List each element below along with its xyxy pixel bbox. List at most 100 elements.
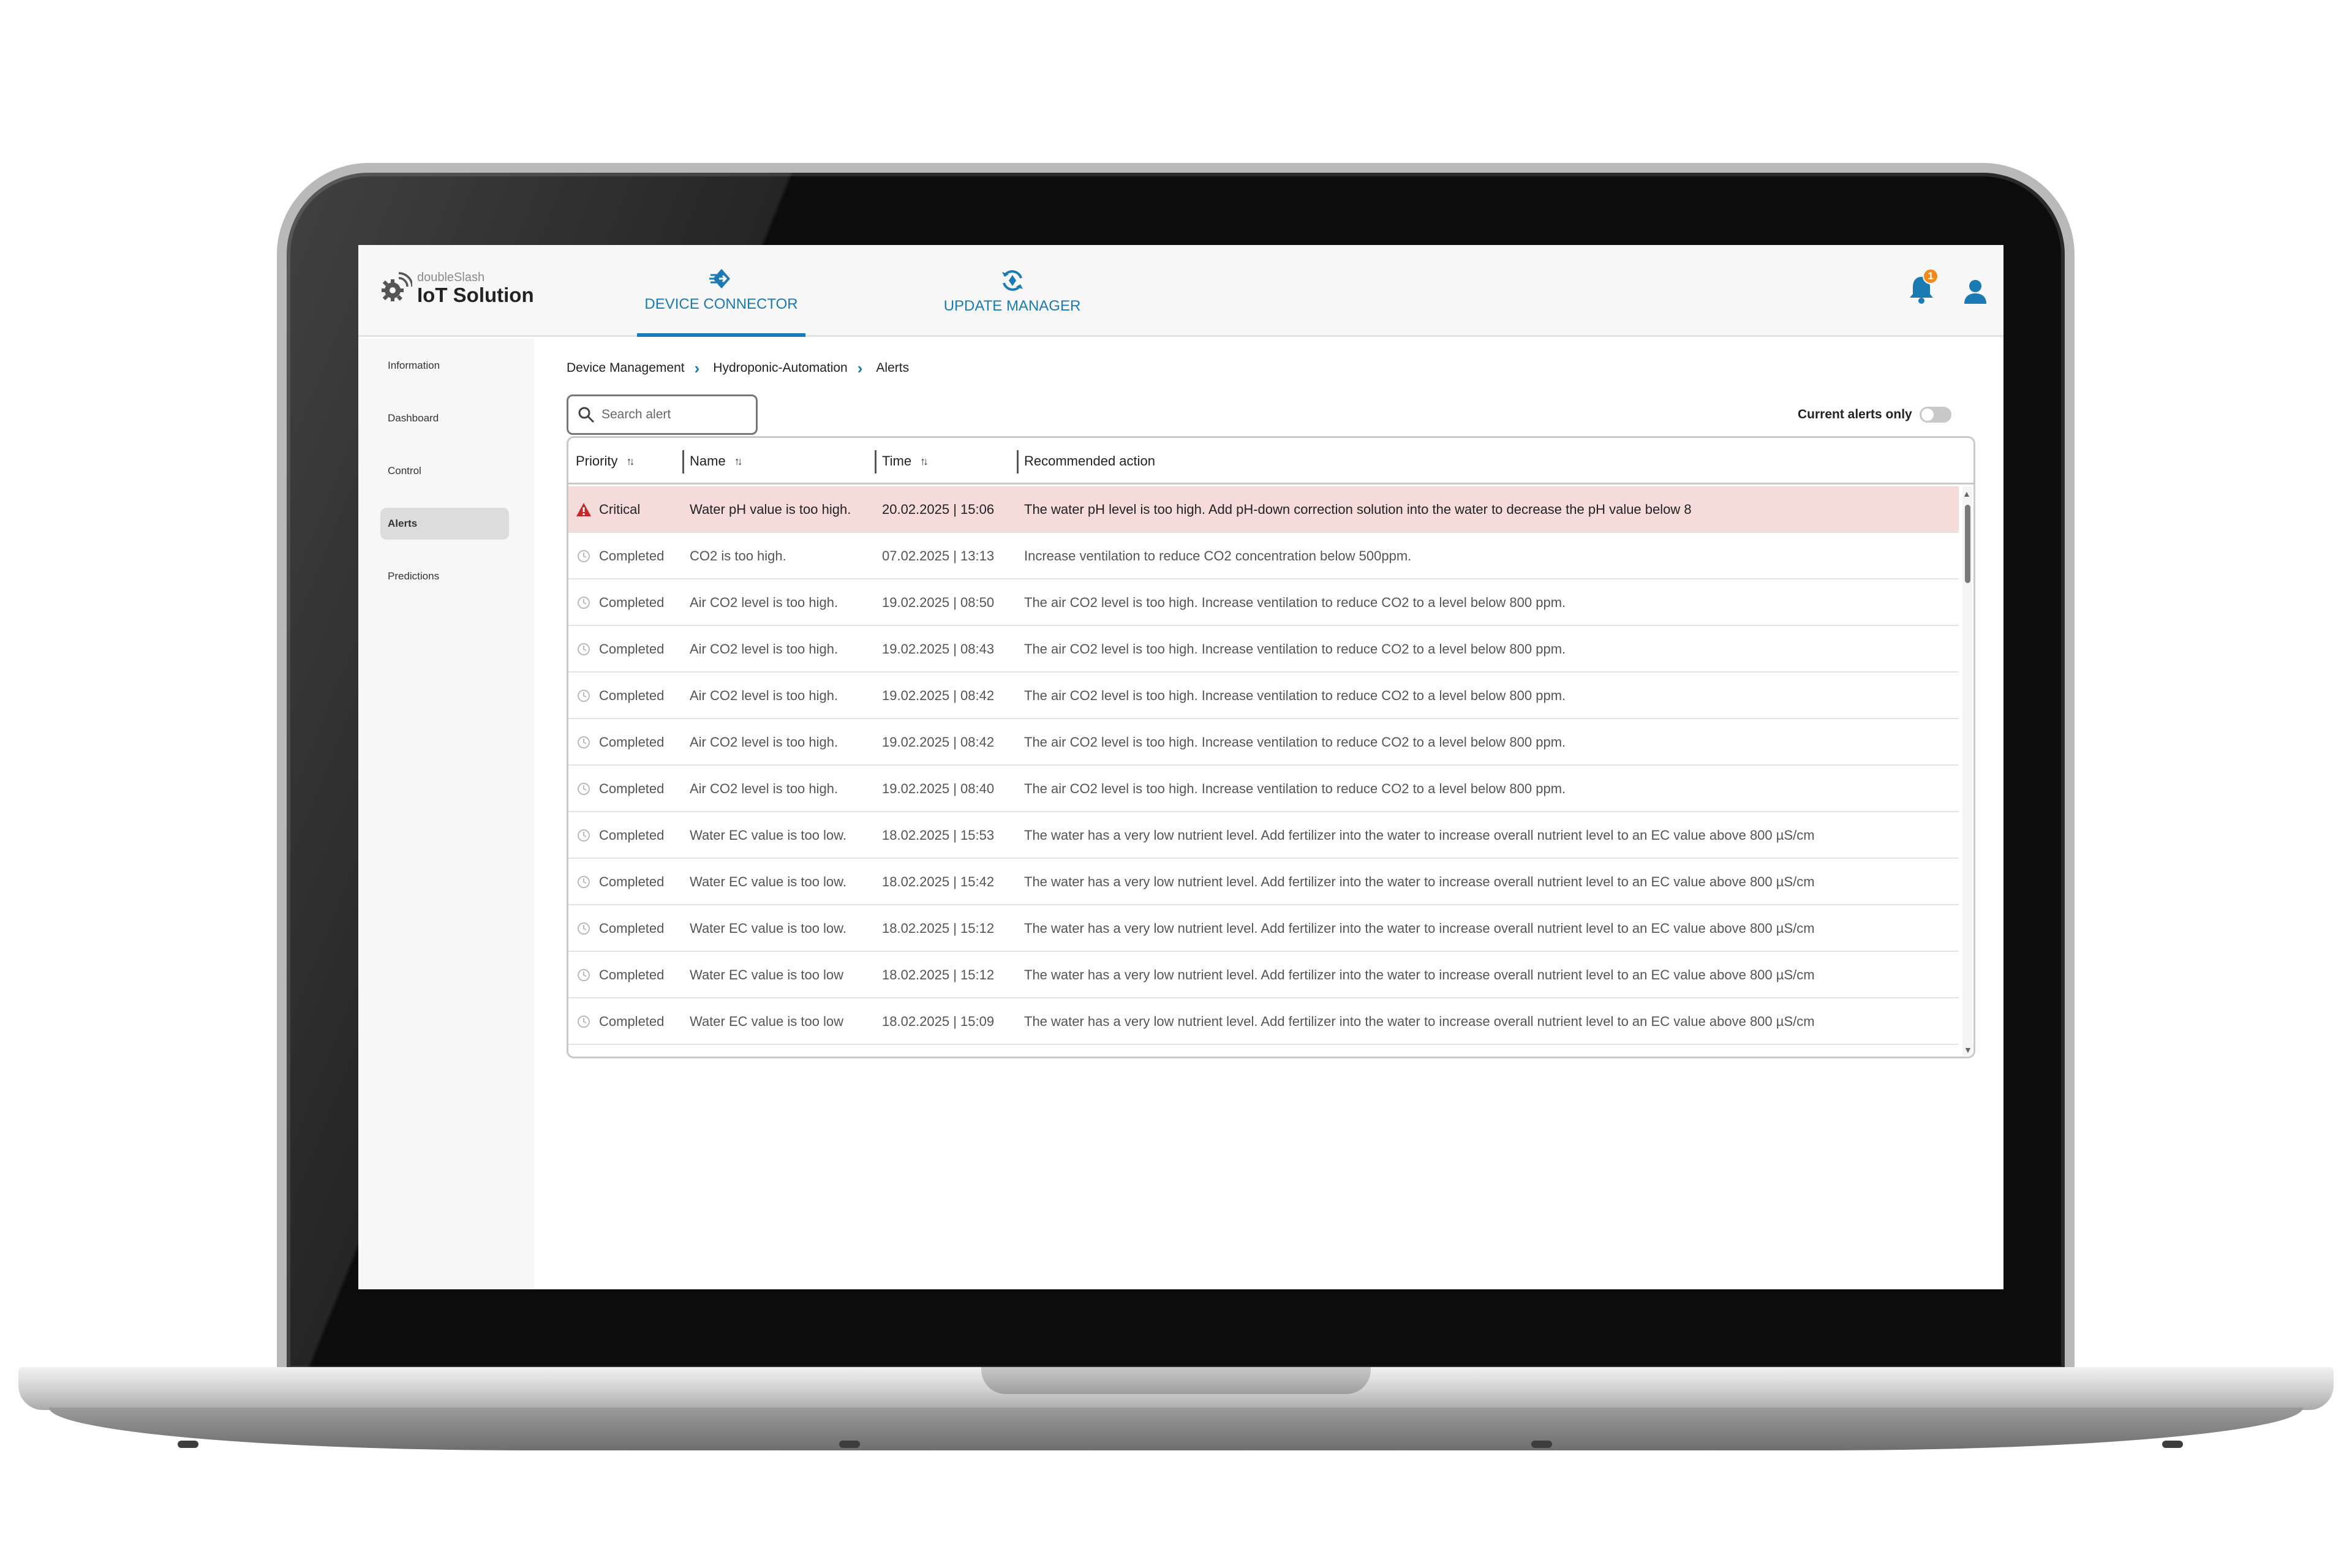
priority-icon-cell xyxy=(575,486,593,533)
sidebar-item-label: Alerts xyxy=(388,518,418,529)
tab-update-manager[interactable]: UPDATE MANAGER xyxy=(928,245,1096,337)
table-header: Priority ↑↓ Name ↑↓ Time ↑↓ Recommended … xyxy=(568,438,1973,484)
priority-cell: Critical xyxy=(599,502,641,517)
table-row[interactable]: Completed Water EC value is too low 18.0… xyxy=(568,952,1959,998)
laptop-base-underside xyxy=(49,1408,2303,1450)
sidebar-item-dashboard[interactable]: Dashboard xyxy=(380,402,509,434)
clock-icon xyxy=(578,690,590,702)
warning-triangle-icon xyxy=(576,503,591,516)
column-header-priority[interactable]: Priority ↑↓ xyxy=(576,438,635,484)
current-alerts-label: Current alerts only xyxy=(1798,407,1912,421)
clock-icon xyxy=(578,969,590,981)
scrollbar-thumb[interactable] xyxy=(1965,505,1970,583)
clock-icon xyxy=(578,829,590,842)
table-row[interactable]: Completed Air CO2 level is too high. 19.… xyxy=(568,579,1959,626)
time-cell: 18.02.2025 | 15:12 xyxy=(882,921,995,936)
sidebar-item-alerts[interactable]: Alerts xyxy=(380,508,509,540)
table-row[interactable]: Completed CO2 is too high. 07.02.2025 | … xyxy=(568,533,1959,579)
priority-cell: Completed xyxy=(599,967,665,982)
time-cell: 19.02.2025 | 08:42 xyxy=(882,688,995,703)
priority-icon-cell xyxy=(575,579,593,626)
clock-icon xyxy=(578,736,590,748)
time-cell: 19.02.2025 | 08:50 xyxy=(882,595,995,610)
laptop-foot xyxy=(2162,1441,2183,1448)
table-row[interactable]: Completed Water EC value is too low. 18.… xyxy=(568,812,1959,859)
sort-icon[interactable]: ↑↓ xyxy=(626,455,635,468)
laptop-foot xyxy=(178,1441,198,1448)
user-icon[interactable] xyxy=(1961,277,1990,306)
table-row[interactable]: Critical Water pH value is too high. 20.… xyxy=(568,486,1959,533)
sidebar-item-control[interactable]: Control xyxy=(380,455,509,487)
name-cell: CO2 is too high. xyxy=(690,548,786,564)
sidebar-item-information[interactable]: Information xyxy=(380,350,509,382)
current-alerts-toggle[interactable] xyxy=(1919,407,1951,423)
priority-icon-cell xyxy=(575,673,593,719)
time-cell: 20.02.2025 | 15:06 xyxy=(882,502,995,517)
priority-cell: Completed xyxy=(599,595,665,610)
top-bar: doubleSlash IoT Solution DEVICE CONNECTO… xyxy=(358,245,2003,337)
search-input[interactable] xyxy=(601,407,748,422)
table-scrollbar[interactable]: ▲ ▼ xyxy=(1962,486,1972,1056)
column-divider[interactable] xyxy=(1017,450,1019,473)
name-cell: Air CO2 level is too high. xyxy=(690,641,839,657)
sort-icon[interactable]: ↑↓ xyxy=(734,455,743,468)
priority-cell: Completed xyxy=(599,827,665,843)
sort-icon[interactable]: ↑↓ xyxy=(920,455,929,468)
sidebar: Information Dashboard Control Alerts Pre… xyxy=(358,339,534,1289)
table-row[interactable]: Completed Air CO2 level is too high. 19.… xyxy=(568,719,1959,766)
priority-cell: Completed xyxy=(599,548,665,564)
name-cell: Air CO2 level is too high. xyxy=(690,734,839,750)
clock-icon xyxy=(578,922,590,935)
priority-cell: Completed xyxy=(599,874,665,889)
clock-icon xyxy=(578,783,590,795)
table-row[interactable]: Completed Air CO2 level is too high. 19.… xyxy=(568,766,1959,812)
time-cell: 18.02.2025 | 15:42 xyxy=(882,874,995,889)
breadcrumb-item[interactable]: Device Management xyxy=(567,361,685,375)
search-icon xyxy=(578,407,595,423)
action-cell: The air CO2 level is too high. Increase … xyxy=(1024,595,1566,610)
tab-device-connector[interactable]: DEVICE CONNECTOR xyxy=(637,245,805,337)
action-cell: The air CO2 level is too high. Increase … xyxy=(1024,781,1566,796)
breadcrumb-item[interactable]: Hydroponic-Automation xyxy=(713,361,847,375)
priority-icon-cell xyxy=(575,719,593,766)
gear-wifi-icon xyxy=(382,272,412,301)
chevron-right-icon: › xyxy=(857,358,863,377)
sidebar-item-label: Predictions xyxy=(388,570,440,582)
scroll-down-icon[interactable]: ▼ xyxy=(1964,1045,1972,1055)
priority-icon-cell xyxy=(575,952,593,998)
time-cell: 19.02.2025 | 08:43 xyxy=(882,641,995,657)
priority-cell: Completed xyxy=(599,781,665,796)
table-row[interactable]: Completed Water EC value is too low 18.0… xyxy=(568,998,1959,1045)
time-cell: 19.02.2025 | 08:42 xyxy=(882,734,995,750)
table-row[interactable]: Completed Water EC value is too low. 18.… xyxy=(568,859,1959,905)
action-cell: The water has a very low nutrient level.… xyxy=(1024,967,1815,982)
search-box[interactable] xyxy=(567,394,758,435)
priority-cell: Completed xyxy=(599,688,665,703)
table-row[interactable]: Completed Water EC value is too low. 18.… xyxy=(568,905,1959,952)
priority-icon-cell xyxy=(575,533,593,579)
brand-small-text: doubleSlash xyxy=(417,270,485,284)
column-header-time[interactable]: Time ↑↓ xyxy=(882,438,929,484)
notification-badge: 1 xyxy=(1923,268,1939,284)
scroll-up-icon[interactable]: ▲ xyxy=(1962,489,1971,499)
priority-icon-cell xyxy=(575,859,593,905)
column-header-label: Priority xyxy=(576,453,618,469)
priority-icon-cell xyxy=(575,905,593,952)
sidebar-item-predictions[interactable]: Predictions xyxy=(380,560,509,592)
priority-cell: Completed xyxy=(599,921,665,936)
column-divider[interactable] xyxy=(682,450,684,473)
laptop-opening-notch xyxy=(981,1367,1371,1394)
brand-logo[interactable]: doubleSlash IoT Solution xyxy=(378,271,534,305)
priority-icon-cell xyxy=(575,998,593,1045)
table-row[interactable]: Completed Air CO2 level is too high. 19.… xyxy=(568,626,1959,673)
name-cell: Water EC value is too low. xyxy=(690,921,846,936)
column-header-name[interactable]: Name ↑↓ xyxy=(690,438,743,484)
table-row[interactable]: Completed Air CO2 level is too high. 19.… xyxy=(568,673,1959,719)
current-alerts-filter: Current alerts only xyxy=(1798,405,1951,424)
sidebar-item-label: Control xyxy=(388,465,421,477)
action-cell: The air CO2 level is too high. Increase … xyxy=(1024,688,1566,703)
column-divider[interactable] xyxy=(875,450,876,473)
tab-device-connector-label: DEVICE CONNECTOR xyxy=(644,296,798,312)
column-header-action: Recommended action xyxy=(1024,438,1155,484)
breadcrumb-item-current: Alerts xyxy=(876,361,910,375)
